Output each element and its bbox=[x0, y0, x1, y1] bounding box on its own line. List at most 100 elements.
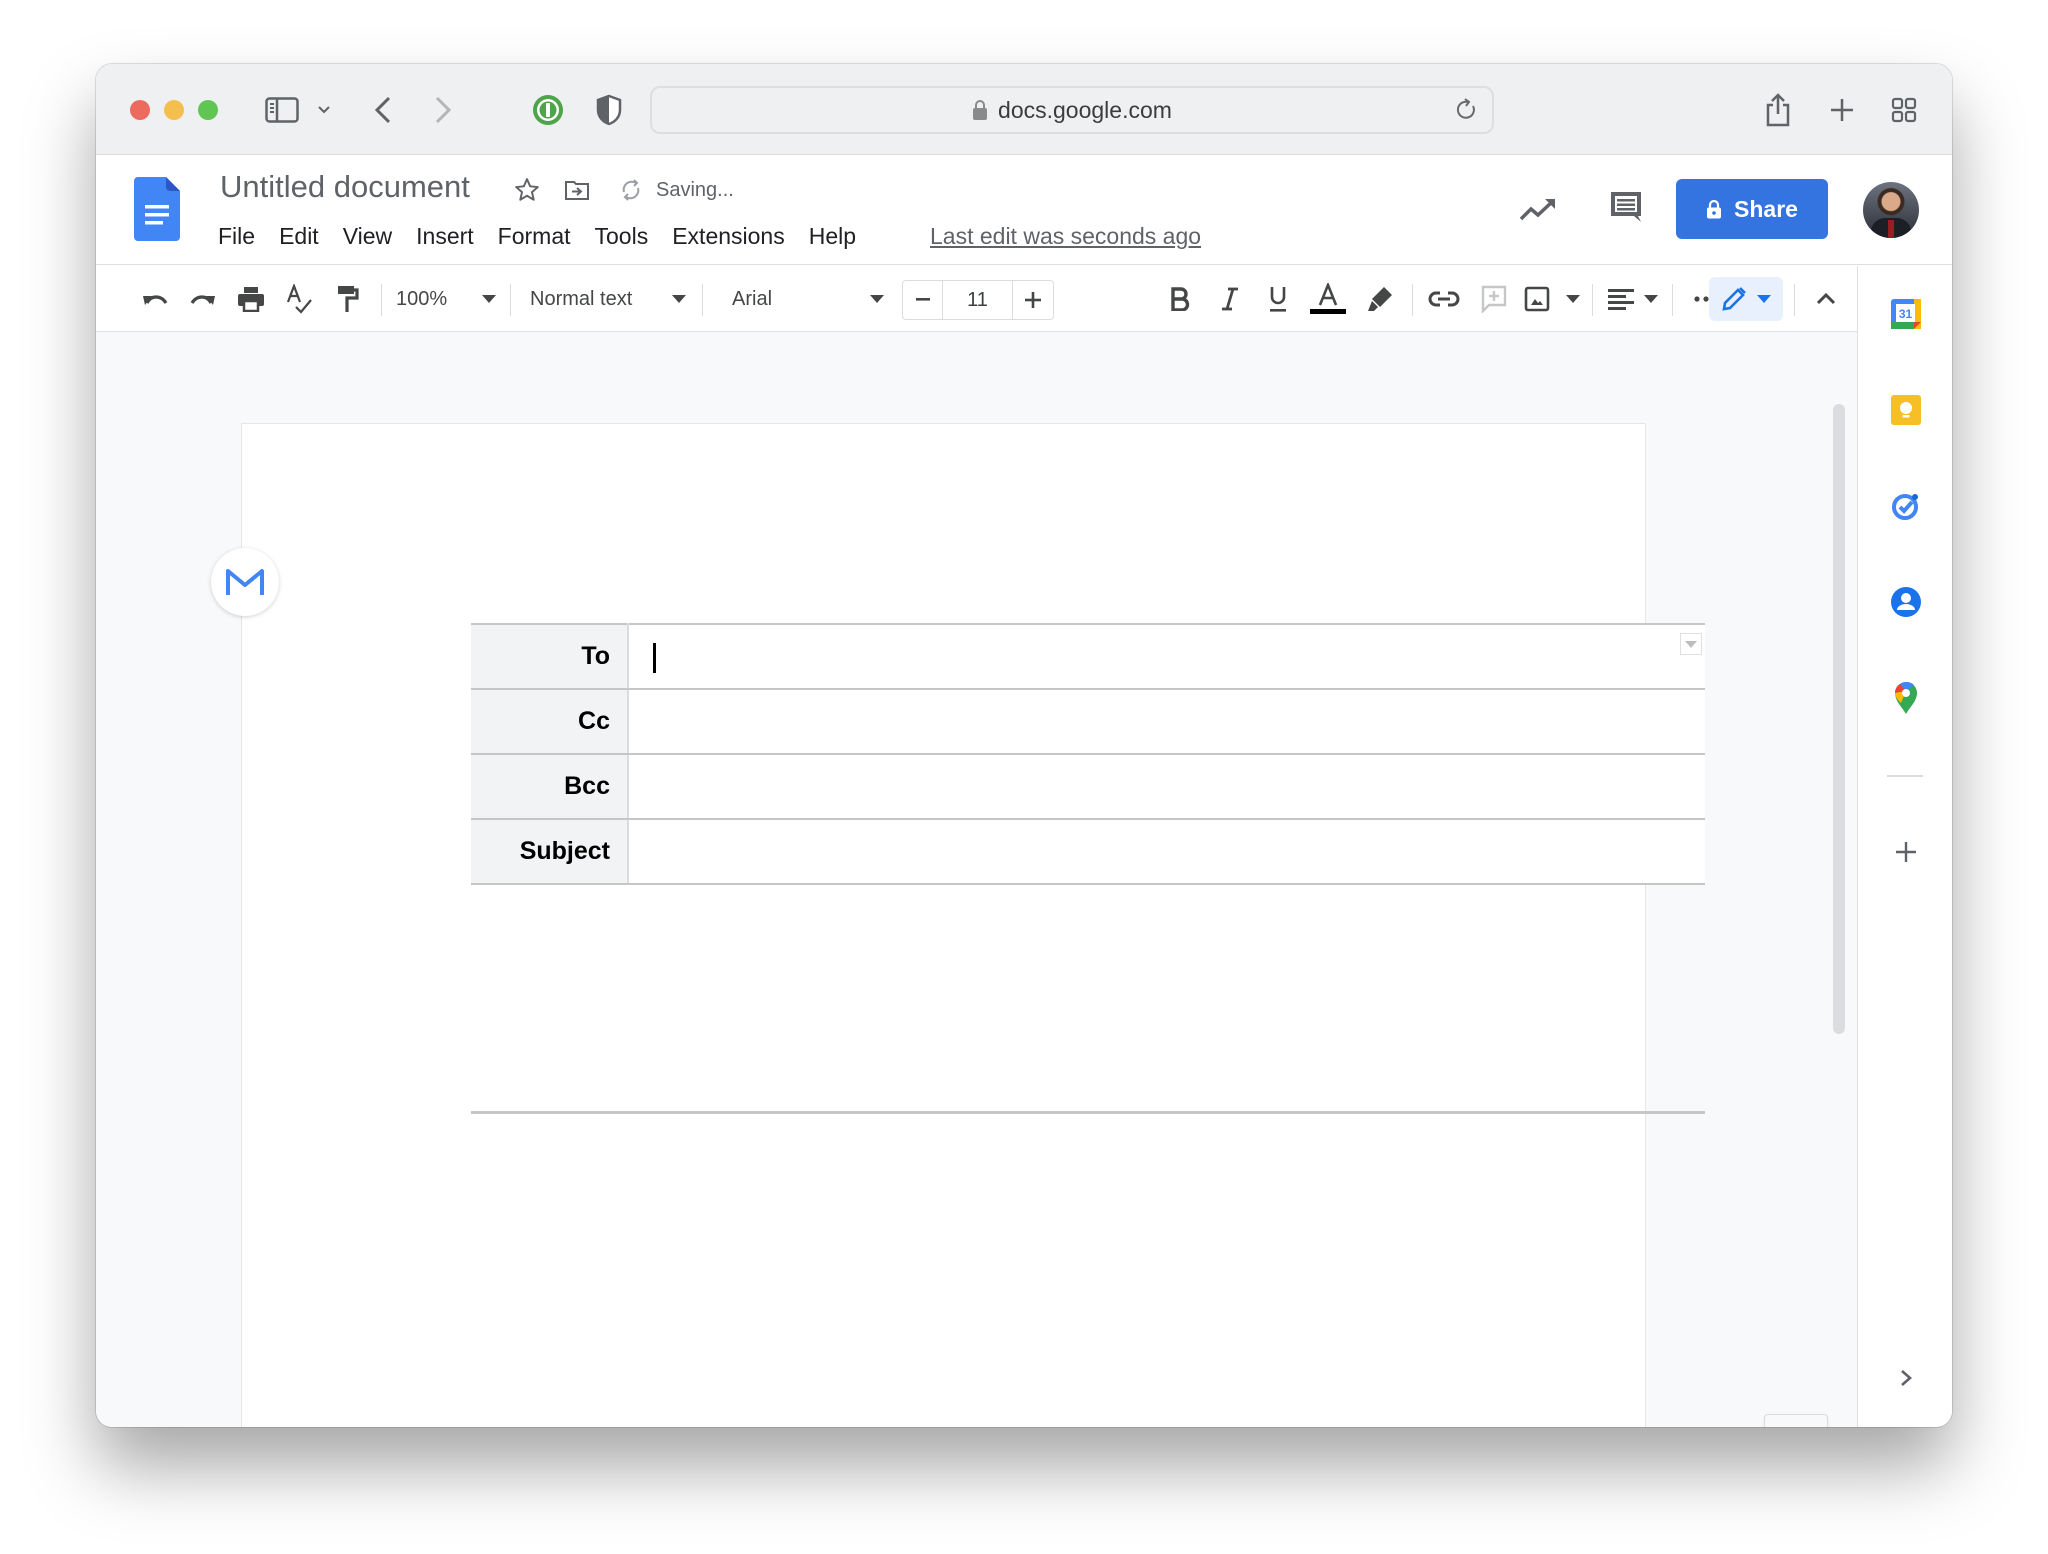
font-size-input[interactable]: 11 bbox=[943, 281, 1013, 319]
sync-icon bbox=[616, 175, 646, 205]
back-icon[interactable] bbox=[368, 90, 398, 130]
email-field-label: Bcc bbox=[471, 753, 629, 820]
url-text: docs.google.com bbox=[998, 96, 1172, 123]
bold-icon[interactable] bbox=[1162, 280, 1198, 318]
align-button[interactable] bbox=[1608, 280, 1658, 318]
email-field-row-cc: Cc bbox=[471, 688, 1705, 755]
highlight-color-icon[interactable] bbox=[1362, 280, 1398, 318]
dropdown-arrow-icon bbox=[870, 295, 884, 303]
decrease-font-size-button[interactable] bbox=[903, 281, 943, 319]
font-select[interactable]: Arial bbox=[732, 280, 884, 318]
browser-window: docs.google.com Untitled document Saving… bbox=[96, 64, 1952, 1427]
editing-mode-button[interactable] bbox=[1709, 277, 1783, 321]
move-to-folder-icon[interactable] bbox=[562, 175, 592, 205]
recipient-dropdown-icon[interactable] bbox=[1680, 633, 1702, 655]
zoom-window-button[interactable] bbox=[198, 100, 218, 120]
italic-icon[interactable] bbox=[1212, 280, 1248, 318]
increase-font-size-button[interactable] bbox=[1013, 281, 1053, 319]
keep-icon[interactable] bbox=[1888, 392, 1924, 428]
star-icon[interactable] bbox=[512, 175, 542, 205]
docs-logo-icon[interactable] bbox=[134, 177, 180, 246]
toolbar-divider bbox=[510, 284, 511, 316]
toolbar-divider bbox=[381, 284, 382, 316]
formatting-toolbar: 100% Normal text Arial 11 bbox=[96, 266, 1857, 332]
share-button[interactable]: Share bbox=[1676, 179, 1828, 239]
undo-icon[interactable] bbox=[138, 280, 172, 318]
insert-link-icon[interactable] bbox=[1426, 280, 1462, 318]
underline-icon[interactable] bbox=[1260, 280, 1296, 318]
toolbar-divider bbox=[1412, 284, 1413, 316]
reload-icon[interactable] bbox=[1454, 97, 1478, 129]
explore-button[interactable] bbox=[1764, 1414, 1828, 1427]
password-manager-icon[interactable] bbox=[528, 90, 568, 130]
get-add-ons-icon[interactable] bbox=[1888, 834, 1924, 870]
gmail-draft-button[interactable] bbox=[211, 548, 279, 616]
subject-field[interactable] bbox=[628, 818, 1705, 885]
zoom-select[interactable]: 100% bbox=[396, 280, 496, 318]
paragraph-style-select[interactable]: Normal text bbox=[530, 280, 686, 318]
privacy-shield-icon[interactable] bbox=[592, 90, 626, 130]
new-tab-icon[interactable] bbox=[1824, 90, 1860, 130]
add-comment-icon[interactable] bbox=[1476, 280, 1512, 318]
text-color-icon[interactable] bbox=[1308, 280, 1348, 318]
tab-overview-icon[interactable] bbox=[1886, 90, 1922, 130]
close-window-button[interactable] bbox=[130, 100, 150, 120]
menu-edit[interactable]: Edit bbox=[279, 223, 319, 250]
tasks-icon[interactable] bbox=[1888, 488, 1924, 524]
calendar-icon[interactable]: 31 bbox=[1888, 296, 1924, 332]
email-draft-table: To Cc Bcc Subject bbox=[471, 623, 1705, 885]
email-field-label: To bbox=[471, 623, 629, 690]
bcc-field[interactable] bbox=[628, 753, 1705, 820]
insert-image-button[interactable] bbox=[1524, 280, 1580, 318]
share-icon[interactable] bbox=[1760, 90, 1796, 130]
comments-icon[interactable] bbox=[1604, 185, 1648, 229]
print-icon[interactable] bbox=[234, 280, 268, 318]
menu-file[interactable]: File bbox=[218, 223, 255, 250]
sidebar-toggle-icon[interactable] bbox=[262, 90, 302, 130]
menu-insert[interactable]: Insert bbox=[416, 223, 474, 250]
document-title[interactable]: Untitled document bbox=[220, 169, 470, 205]
maps-icon[interactable] bbox=[1888, 680, 1924, 716]
side-panel-divider bbox=[1887, 775, 1923, 777]
menu-view[interactable]: View bbox=[343, 223, 392, 250]
dropdown-arrow-icon bbox=[1757, 295, 1771, 303]
paint-format-icon[interactable] bbox=[330, 280, 364, 318]
vertical-scrollbar[interactable] bbox=[1833, 404, 1845, 1034]
browser-titlebar: docs.google.com bbox=[96, 64, 1952, 155]
menu-tools[interactable]: Tools bbox=[595, 223, 649, 250]
document-page[interactable]: To Cc Bcc Subject bbox=[242, 424, 1705, 1427]
address-bar[interactable]: docs.google.com bbox=[650, 86, 1494, 134]
dropdown-arrow-icon bbox=[482, 295, 496, 303]
account-avatar[interactable] bbox=[1863, 182, 1919, 238]
toolbar-divider bbox=[702, 284, 703, 316]
activity-trend-icon[interactable] bbox=[1516, 189, 1560, 229]
menu-help[interactable]: Help bbox=[809, 223, 856, 250]
menu-extensions[interactable]: Extensions bbox=[672, 223, 785, 250]
forward-icon[interactable] bbox=[428, 90, 458, 130]
cc-field[interactable] bbox=[628, 688, 1705, 755]
toolbar-divider bbox=[1592, 284, 1593, 316]
plus-icon bbox=[1025, 292, 1041, 308]
email-field-row-bcc: Bcc bbox=[471, 753, 1705, 820]
minimize-window-button[interactable] bbox=[164, 100, 184, 120]
paragraph-style-value: Normal text bbox=[530, 287, 633, 310]
expand-panel-icon[interactable] bbox=[1888, 1360, 1924, 1396]
redo-icon[interactable] bbox=[186, 280, 220, 318]
to-field[interactable] bbox=[628, 623, 1705, 690]
pencil-icon bbox=[1722, 287, 1746, 311]
image-icon bbox=[1524, 286, 1550, 312]
share-label: Share bbox=[1734, 195, 1798, 222]
collapse-menus-icon[interactable] bbox=[1808, 280, 1844, 318]
font-size-control: 11 bbox=[902, 280, 1054, 320]
email-field-row-to: To bbox=[471, 623, 1705, 690]
chevron-down-icon[interactable] bbox=[314, 90, 334, 130]
toolbar-divider bbox=[1794, 284, 1795, 316]
contacts-icon[interactable] bbox=[1888, 584, 1924, 620]
spellcheck-icon[interactable] bbox=[282, 280, 316, 318]
email-field-row-subject: Subject bbox=[471, 818, 1705, 885]
toolbar-divider bbox=[1672, 284, 1673, 316]
menu-format[interactable]: Format bbox=[498, 223, 571, 250]
gmail-icon bbox=[226, 569, 264, 595]
dropdown-arrow-icon bbox=[672, 295, 686, 303]
last-edit-link[interactable]: Last edit was seconds ago bbox=[930, 223, 1201, 250]
